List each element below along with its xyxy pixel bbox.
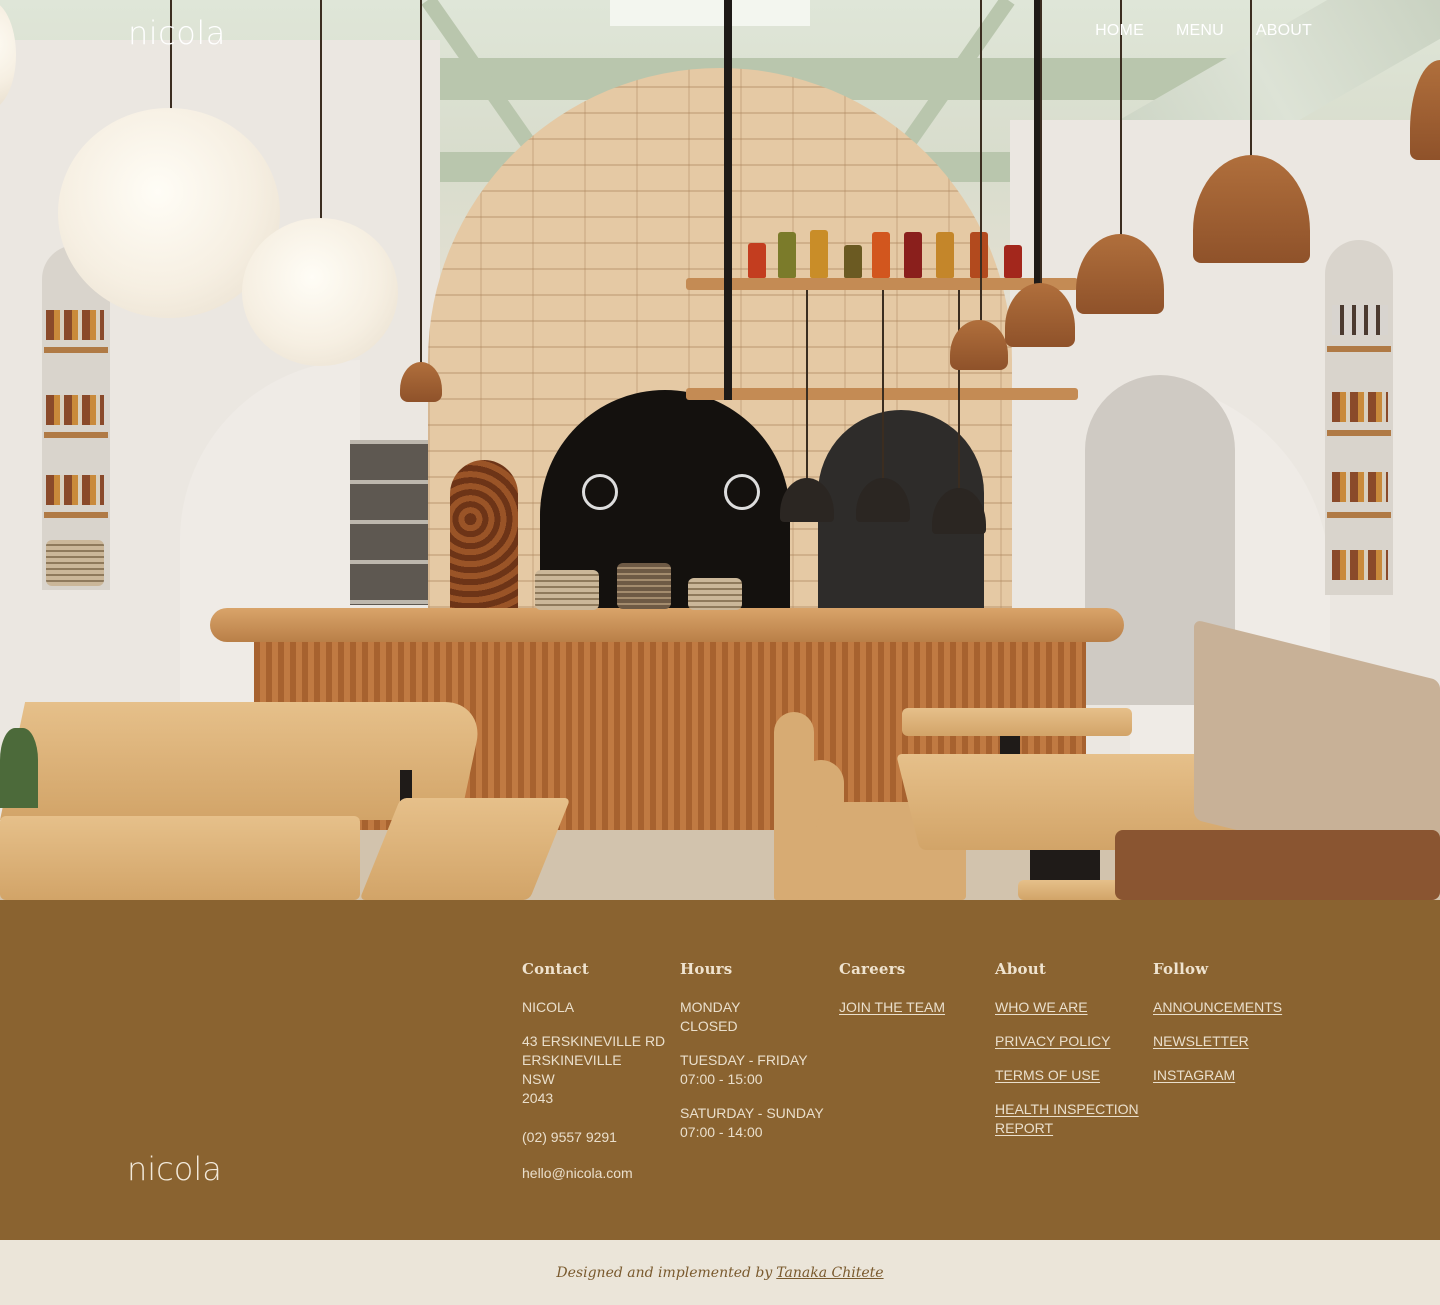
address-line: 43 ERSKINEVILLE RD xyxy=(522,1033,666,1049)
copper-pendant xyxy=(1410,60,1440,160)
contact-email: hello@nicola.com xyxy=(522,1165,633,1181)
newsletter-link[interactable]: NEWSLETTER xyxy=(1153,1032,1282,1051)
hours-heading: Hours xyxy=(680,960,733,978)
bowl-stack xyxy=(688,578,742,610)
contact-phone: (02) 9557 9291 xyxy=(522,1129,617,1145)
who-we-are-link[interactable]: WHO WE ARE xyxy=(995,998,1139,1017)
pickle-jar xyxy=(936,232,954,278)
pickle-jar xyxy=(872,232,890,278)
pickle-jar xyxy=(778,232,796,278)
site-footer: nicola Contact NICOLA 43 ERSKINEVILLE RD… xyxy=(0,900,1440,1240)
firewood-store xyxy=(450,460,518,608)
footer-careers-column: Careers JOIN THE TEAM xyxy=(839,960,945,1017)
paper-lantern xyxy=(242,218,398,366)
right-niche-items xyxy=(1332,392,1388,422)
credits-text: Designed and implemented by xyxy=(556,1264,773,1281)
address-line: 2043 xyxy=(522,1090,554,1106)
oven-wheel xyxy=(582,474,618,510)
contact-name: NICOLA xyxy=(522,999,575,1015)
banquette-cushion xyxy=(1115,830,1440,900)
nav-links: HOME MENU ABOUT xyxy=(1095,22,1312,40)
dining-table xyxy=(0,816,360,900)
plate-stack xyxy=(46,540,104,586)
pickle-jar xyxy=(904,232,922,278)
credits-bar: Designed and implemented by Tanaka Chite… xyxy=(0,1240,1440,1305)
hours-time: 07:00 - 15:00 xyxy=(680,1071,763,1087)
lamp-cord xyxy=(806,290,808,480)
health-inspection-report-line1: HEALTH INSPECTION xyxy=(995,1101,1139,1117)
join-the-team-link[interactable]: JOIN THE TEAM xyxy=(839,998,945,1017)
footer-follow-column: Follow ANNOUNCEMENTS NEWSLETTER INSTAGRA… xyxy=(1153,960,1282,1085)
niche-shelf xyxy=(1327,346,1391,352)
address-line: NSW xyxy=(522,1071,555,1087)
footer-about-column: About WHO WE ARE PRIVACY POLICY TERMS OF… xyxy=(995,960,1139,1138)
bowl-stack xyxy=(617,563,671,609)
kitchen-shelving xyxy=(350,440,430,605)
announcements-link[interactable]: ANNOUNCEMENTS xyxy=(1153,998,1282,1017)
right-niche-items xyxy=(1332,305,1388,335)
right-niche-items xyxy=(1332,550,1388,580)
health-inspection-report-line2: REPORT xyxy=(995,1120,1054,1136)
pickle-jar xyxy=(1004,245,1022,278)
hours-day: SATURDAY - SUNDAY xyxy=(680,1105,824,1121)
niche-shelf xyxy=(1327,512,1391,518)
top-navigation: nicola HOME MENU ABOUT xyxy=(0,0,1440,70)
footer-contact-column: Contact NICOLA 43 ERSKINEVILLE RD ERSKIN… xyxy=(522,960,665,1183)
hours-time: CLOSED xyxy=(680,1018,738,1034)
left-niche-items xyxy=(46,475,104,505)
bowl-stack xyxy=(535,570,599,610)
niche-shelf xyxy=(1327,430,1391,436)
niche-shelf xyxy=(44,432,108,438)
instagram-link[interactable]: INSTAGRAM xyxy=(1153,1066,1282,1085)
niche-shelf xyxy=(44,347,108,353)
hours-time: 07:00 - 14:00 xyxy=(680,1124,763,1140)
pickle-jar xyxy=(970,232,988,278)
table-leg xyxy=(1000,736,1020,756)
pickle-jar xyxy=(844,245,862,278)
potted-plant xyxy=(0,728,38,808)
address-line: ERSKINEVILLE xyxy=(522,1052,622,1068)
nav-home-link[interactable]: HOME xyxy=(1095,22,1144,40)
footer-brand-logo[interactable]: nicola xyxy=(127,1150,222,1188)
contact-heading: Contact xyxy=(522,960,589,978)
brand-logo[interactable]: nicola xyxy=(128,14,226,52)
about-heading: About xyxy=(995,960,1046,978)
terms-of-use-link[interactable]: TERMS OF USE xyxy=(995,1066,1139,1085)
pickle-jar xyxy=(810,230,828,278)
footer-hours-column: Hours MONDAY CLOSED TUESDAY - FRIDAY 07:… xyxy=(680,960,824,1142)
health-inspection-report-link[interactable]: HEALTH INSPECTION REPORT xyxy=(995,1100,1139,1138)
left-niche-items xyxy=(46,310,104,340)
privacy-policy-link[interactable]: PRIVACY POLICY xyxy=(995,1032,1139,1051)
hero-image: nicola HOME MENU ABOUT xyxy=(0,0,1440,900)
lamp-cord xyxy=(882,290,884,480)
right-niche-items xyxy=(1332,472,1388,502)
follow-heading: Follow xyxy=(1153,960,1209,978)
hours-day: MONDAY xyxy=(680,999,741,1015)
left-niche-items xyxy=(46,395,104,425)
nav-about-link[interactable]: ABOUT xyxy=(1256,22,1312,40)
lamp-cord xyxy=(958,290,960,490)
table-leg xyxy=(1030,850,1100,880)
bar-counter-top xyxy=(210,608,1124,642)
pickle-jar xyxy=(748,243,766,278)
nav-menu-link[interactable]: MENU xyxy=(1176,22,1224,40)
wall-shelf xyxy=(686,278,1078,290)
hours-day: TUESDAY - FRIDAY xyxy=(680,1052,808,1068)
careers-heading: Careers xyxy=(839,960,906,978)
author-link[interactable]: Tanaka Chitete xyxy=(776,1265,883,1281)
oven-wheel xyxy=(724,474,760,510)
dining-table xyxy=(902,708,1132,736)
niche-shelf xyxy=(44,512,108,518)
